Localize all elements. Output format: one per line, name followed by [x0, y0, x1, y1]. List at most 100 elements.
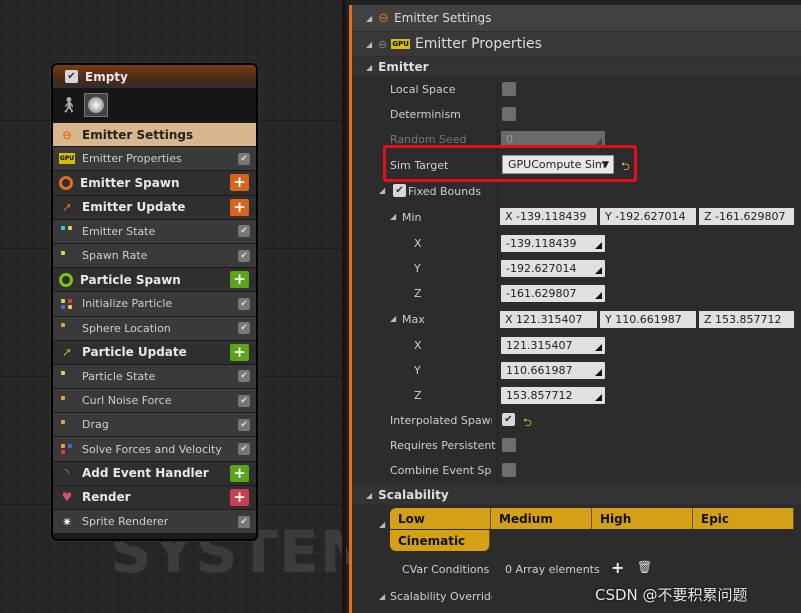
min-y-label: Y — [414, 262, 421, 275]
collapse-triangle-icon[interactable]: ◢ — [390, 212, 396, 221]
collapse-triangle-icon[interactable]: ◢ — [366, 491, 372, 500]
local-space-checkbox[interactable] — [502, 82, 516, 96]
module-enable-checkbox[interactable]: ✔ — [238, 418, 250, 431]
add-module-button[interactable]: + — [230, 488, 249, 506]
node-row-emitter-properties[interactable]: GPU Emitter Properties ✔ — [53, 146, 256, 171]
panel-divider[interactable] — [342, 0, 346, 613]
module-enable-checkbox[interactable]: ✔ — [238, 225, 250, 238]
node-row-render[interactable]: ♥ Render + — [53, 484, 256, 509]
category-scalability[interactable]: ◢ Scalability — [352, 485, 801, 505]
add-module-button[interactable]: + — [230, 343, 249, 361]
scalability-high-tab[interactable]: High — [592, 508, 693, 529]
max-y-vector-field[interactable]: Y 110.661987 — [600, 311, 696, 328]
module-enable-checkbox[interactable]: ✔ — [238, 515, 250, 528]
module-enable-checkbox[interactable]: ✔ — [238, 152, 250, 165]
node-row-particle-update[interactable]: ➚ Particle Update + — [53, 339, 256, 364]
collapse-triangle-icon[interactable]: ◢ — [366, 40, 372, 49]
max-z-field[interactable]: 153.857712 — [501, 387, 605, 404]
node-row-initialize-particle[interactable]: Initialize Particle ✔ — [53, 291, 256, 316]
dot-icon — [59, 320, 75, 336]
node-row-particle-state[interactable]: Particle State ✔ — [53, 363, 256, 389]
node-row-emitter-spawn[interactable]: Emitter Spawn + — [53, 170, 256, 195]
module-enable-checkbox[interactable]: ✔ — [238, 394, 250, 407]
fixed-bounds-checkbox[interactable]: ✔ — [393, 184, 406, 197]
emitter-thumbnail[interactable] — [84, 93, 109, 117]
max-x-field[interactable]: 121.315407 — [501, 337, 605, 354]
collapse-triangle-icon[interactable]: ◢ — [366, 14, 372, 23]
requires-persistent-checkbox[interactable] — [502, 438, 516, 452]
interpolated-spawning-checkbox[interactable]: ✔ — [502, 413, 515, 426]
combine-event-spawn-label: Combine Event Spawn — [390, 464, 492, 477]
scalability-low-tab[interactable]: Low — [390, 508, 491, 529]
add-module-button[interactable]: + — [230, 174, 249, 192]
emitter-settings-icon: ⊖ — [61, 127, 73, 142]
trash-icon[interactable]: 🗑︎ — [637, 560, 652, 574]
reset-arrow-icon[interactable]: ⮌ — [523, 414, 532, 433]
collapse-triangle-icon[interactable]: ◢ — [366, 63, 372, 72]
add-module-button[interactable]: + — [230, 271, 249, 289]
node-row-label: Emitter State — [82, 224, 156, 238]
min-x-vector-field[interactable]: X -139.118439 — [500, 208, 597, 225]
module-enable-checkbox[interactable]: ✔ — [238, 297, 250, 310]
collapse-triangle-icon[interactable]: ◢ — [379, 186, 385, 195]
max-x-vector-field[interactable]: X 121.315407 — [500, 311, 597, 328]
scalability-epic-tab[interactable]: Epic — [693, 508, 794, 529]
node-row-sprite-renderer[interactable]: ✷ Sprite Renderer ✔ — [53, 509, 256, 534]
collapse-triangle-icon[interactable]: ◢ — [390, 314, 396, 323]
node-row-label: Solve Forces and Velocity — [82, 442, 222, 456]
node-row-add-event-handler[interactable]: ◝ Add Event Handler + — [53, 460, 256, 485]
max-y-field[interactable]: 110.661987 — [501, 362, 605, 379]
combine-event-spawn-checkbox[interactable] — [502, 463, 516, 477]
node-icon-bar: 🚶︎ — [53, 88, 256, 122]
min-y-field[interactable]: -192.627014 — [501, 260, 605, 277]
add-element-icon[interactable]: + — [611, 558, 624, 577]
node-row-emitter-update[interactable]: ➚ Emitter Update + — [53, 194, 256, 219]
min-z-value: -161.629807 — [506, 287, 577, 300]
emitter-node[interactable]: ✔ Empty 🚶︎ ⊖ Emitter Settings GPU Emitter P… — [51, 63, 258, 541]
enabled-checkbox[interactable]: ✔ — [65, 70, 78, 83]
ring-icon — [59, 272, 73, 287]
node-row-label: Render — [82, 490, 131, 505]
node-row-spawn-rate[interactable]: Spawn Rate ✔ — [53, 242, 256, 268]
node-row-emitter-settings[interactable]: ⊖ Emitter Settings — [53, 122, 256, 147]
max-z-vector-field[interactable]: Z 153.857712 — [699, 311, 794, 328]
column-splitter[interactable] — [497, 77, 498, 485]
module-enable-checkbox[interactable]: ✔ — [238, 249, 250, 262]
max-y-label: Y — [414, 364, 421, 377]
highlight-box — [383, 145, 637, 182]
gpu-icon: GPU — [391, 39, 410, 49]
dots-icon — [59, 223, 75, 239]
add-module-button[interactable]: + — [230, 198, 249, 216]
min-z-field[interactable]: -161.629807 — [501, 285, 605, 302]
scalability-medium-tab[interactable]: Medium — [491, 508, 592, 529]
max-z-label: Z — [414, 389, 422, 402]
graph-canvas[interactable]: SYSTEM ✔ Empty 🚶︎ ⊖ Emitter Settings GPU Em… — [0, 0, 377, 613]
add-module-button[interactable]: + — [230, 464, 249, 482]
min-x-field[interactable]: -139.118439 — [501, 235, 605, 252]
node-row-solve-forces-and-velocity[interactable]: Solve Forces and Velocity ✔ — [53, 436, 256, 461]
emitter-properties-header[interactable]: ◢ ⊖ GPU Emitter Properties — [352, 32, 801, 56]
node-row-emitter-state[interactable]: Emitter State ✔ — [53, 218, 256, 243]
category-label: Emitter — [378, 60, 429, 74]
scalability-cinematic-tab[interactable]: Cinematic — [390, 530, 490, 551]
max-x-label: X — [414, 339, 422, 352]
node-row-curl-noise-force[interactable]: Curl Noise Force ✔ — [53, 388, 256, 413]
collapse-triangle-icon[interactable]: ◢ — [379, 520, 385, 529]
min-z-vector-field[interactable]: Z -161.629807 — [699, 208, 794, 225]
module-enable-checkbox[interactable]: ✔ — [238, 322, 250, 335]
determinism-checkbox[interactable] — [502, 107, 516, 121]
node-header[interactable]: ✔ Empty — [53, 65, 256, 88]
heart-icon: ♥ — [61, 490, 73, 505]
dot-icon — [59, 368, 75, 384]
min-y-vector-field[interactable]: Y -192.627014 — [600, 208, 696, 225]
node-title: Empty — [85, 69, 128, 84]
collapse-triangle-icon[interactable]: ◢ — [379, 592, 385, 601]
module-enable-checkbox[interactable]: ✔ — [238, 370, 250, 383]
node-row-sphere-location[interactable]: Sphere Location ✔ — [53, 315, 256, 340]
node-row-label: Sprite Renderer — [82, 515, 169, 529]
node-row-particle-spawn[interactable]: Particle Spawn + — [53, 267, 256, 292]
emitter-settings-header[interactable]: ◢ ⊖ Emitter Settings — [352, 5, 801, 31]
category-emitter[interactable]: ◢ Emitter — [352, 57, 801, 77]
module-enable-checkbox[interactable]: ✔ — [238, 443, 250, 456]
node-row-drag[interactable]: Drag ✔ — [53, 412, 256, 437]
